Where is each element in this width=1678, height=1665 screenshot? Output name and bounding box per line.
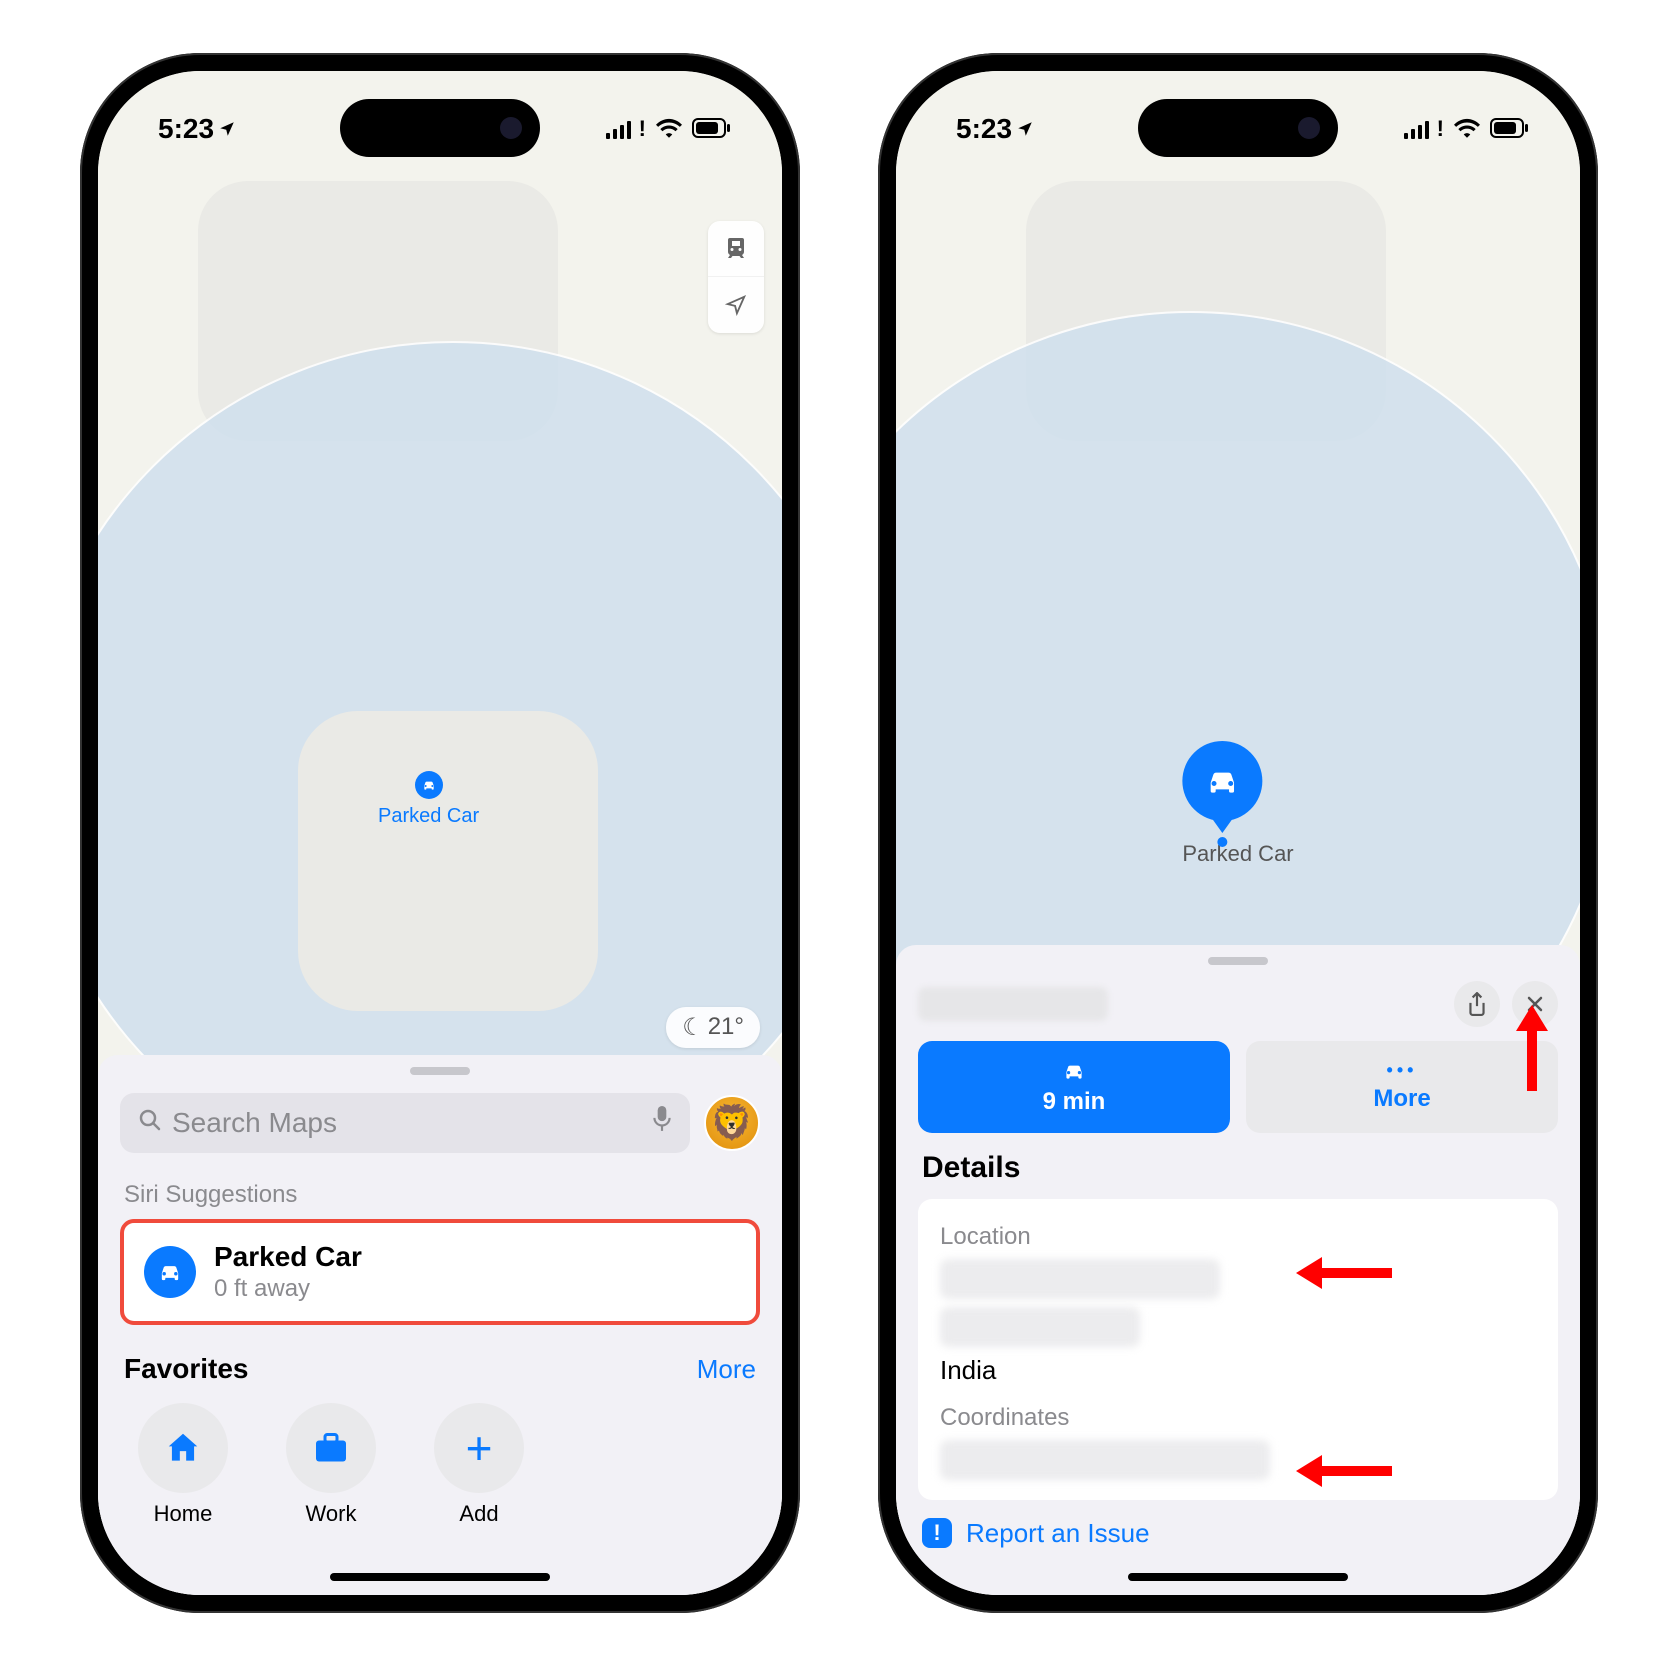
annotation-arrow: [1296, 1455, 1392, 1487]
directions-time: 9 min: [1043, 1088, 1106, 1116]
battery-icon: [692, 113, 732, 145]
status-time: 5:23: [956, 113, 1012, 145]
place-title-redacted: [918, 987, 1108, 1021]
favorites-more-link[interactable]: More: [697, 1354, 756, 1385]
recenter-button[interactable]: [708, 277, 764, 333]
siri-suggestion-parked-car[interactable]: Parked Car 0 ft away: [120, 1219, 760, 1325]
details-card: Location India Coordinates: [918, 1199, 1558, 1500]
wifi-icon: [1454, 113, 1480, 145]
car-icon: [1059, 1058, 1089, 1084]
dynamic-island: [340, 99, 540, 157]
wifi-icon: [656, 113, 682, 145]
report-issue-button[interactable]: ! Report an Issue: [896, 1500, 1580, 1549]
siri-item-title: Parked Car: [214, 1241, 362, 1273]
place-detail-sheet[interactable]: 9 min ••• More Details Location India Co…: [896, 945, 1580, 1595]
location-arrow-icon: [1016, 113, 1034, 145]
status-time: 5:23: [158, 113, 214, 145]
left-screen: 5:23 !: [98, 71, 782, 1595]
plus-icon: +: [466, 1421, 493, 1475]
location-value-redacted: [940, 1307, 1140, 1347]
siri-item-subtitle: 0 ft away: [214, 1275, 362, 1303]
location-country: India: [940, 1355, 1536, 1386]
directions-button[interactable]: 9 min: [918, 1041, 1230, 1133]
coordinates-value-redacted: [940, 1440, 1270, 1480]
right-screen: 5:23 !: [896, 71, 1580, 1595]
location-value-redacted: [940, 1259, 1220, 1299]
share-icon: [1467, 992, 1487, 1016]
share-button[interactable]: [1454, 981, 1500, 1027]
favorite-work[interactable]: Work: [286, 1403, 376, 1527]
cellular-signal-icon: [1404, 119, 1429, 139]
exclamation-icon: !: [922, 1518, 952, 1548]
favorite-label: Home: [154, 1501, 213, 1527]
more-actions-button[interactable]: ••• More: [1246, 1041, 1558, 1133]
details-header: Details: [896, 1151, 1580, 1199]
search-icon: [138, 1107, 162, 1139]
car-icon: [1202, 761, 1242, 801]
location-arrow-icon: [218, 113, 236, 145]
sheet-grabber[interactable]: [410, 1067, 470, 1075]
profile-avatar[interactable]: 🦁: [704, 1095, 760, 1151]
left-phone-frame: 5:23 !: [80, 53, 800, 1613]
car-icon: [144, 1246, 196, 1298]
right-phone-frame: 5:23 !: [878, 53, 1598, 1613]
parked-car-pin[interactable]: Parked Car: [1182, 741, 1293, 867]
favorites-header: Favorites: [124, 1353, 249, 1385]
sheet-grabber[interactable]: [1208, 957, 1268, 965]
weather-chip[interactable]: ☾ 21°: [666, 1007, 760, 1048]
location-arrow-icon: [725, 294, 747, 316]
car-icon: [421, 777, 437, 793]
more-label: More: [1373, 1085, 1430, 1113]
briefcase-icon: [313, 1431, 349, 1465]
siri-suggestions-header: Siri Suggestions: [98, 1167, 782, 1219]
transit-mode-button[interactable]: [708, 221, 764, 277]
favorite-add[interactable]: + Add: [434, 1403, 524, 1527]
search-input[interactable]: Search Maps: [120, 1093, 690, 1153]
moon-icon: ☾: [682, 1013, 704, 1042]
map-controls: [708, 221, 764, 333]
search-sheet[interactable]: ☾ 21° Search Maps 🦁 Siri Suggestions: [98, 1055, 782, 1595]
coordinates-label: Coordinates: [940, 1404, 1536, 1432]
favorite-label: Work: [306, 1501, 357, 1527]
battery-icon: [1490, 113, 1530, 145]
cellular-signal-icon: [606, 119, 631, 139]
signal-exclamation-icon: !: [1437, 116, 1444, 142]
report-label: Report an Issue: [966, 1518, 1150, 1549]
search-placeholder: Search Maps: [172, 1107, 642, 1139]
favorite-home[interactable]: Home: [138, 1403, 228, 1527]
dynamic-island: [1138, 99, 1338, 157]
signal-exclamation-icon: !: [639, 116, 646, 142]
annotation-arrow: [1516, 1005, 1548, 1091]
location-label: Location: [940, 1223, 1536, 1251]
weather-temperature: 21°: [708, 1013, 744, 1041]
parked-car-pin-label: Parked Car: [1182, 841, 1293, 866]
annotation-arrow: [1296, 1257, 1392, 1289]
parked-car-pin-label: Parked Car: [378, 805, 479, 827]
transit-icon: [724, 236, 748, 260]
home-icon: [164, 1429, 202, 1467]
home-indicator[interactable]: [330, 1573, 550, 1581]
mic-icon[interactable]: [652, 1106, 672, 1139]
ellipsis-icon: •••: [1387, 1060, 1418, 1081]
parked-car-pin[interactable]: Parked Car: [378, 771, 479, 828]
home-indicator[interactable]: [1128, 1573, 1348, 1581]
favorite-label: Add: [459, 1501, 498, 1527]
